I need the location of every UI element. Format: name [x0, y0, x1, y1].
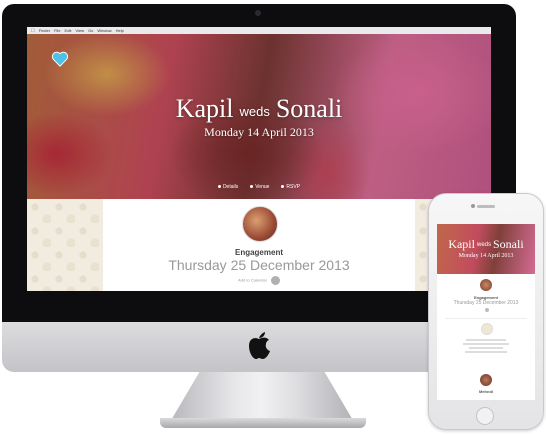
damask-pattern-left: [27, 199, 103, 291]
event-title: Engagement: [234, 248, 283, 257]
menubar-item[interactable]: Edit: [65, 28, 72, 33]
phone-event-title-2: Mehndi: [479, 389, 493, 394]
couple-names: Kapil weds Sonali: [27, 94, 491, 124]
calendar-icon[interactable]: [485, 308, 489, 313]
text-line: [466, 339, 506, 341]
nav-label: RSVP: [286, 184, 301, 190]
event-section: Engagement Thursday 25 December 2013 Add…: [27, 199, 491, 291]
phone-add-to-calendar[interactable]: [437, 308, 535, 313]
weds-connector: weds: [239, 103, 270, 119]
phone-event-photo: [480, 279, 492, 291]
phone-event-date: Thursday 25 December 2013: [453, 300, 519, 306]
menubar-item[interactable]: Window: [97, 28, 111, 33]
nav-venue[interactable]: Venue: [250, 184, 269, 190]
imac-stand-base: [160, 418, 366, 428]
partner-name-2: Sonali: [275, 94, 343, 123]
nav-rsvp[interactable]: RSVP: [281, 184, 300, 190]
mac-menubar:  Finder File Edit View Go Window Help: [27, 27, 491, 34]
nav-details[interactable]: Details: [217, 184, 239, 190]
menubar-item[interactable]: File: [54, 28, 60, 33]
text-line: [465, 351, 507, 353]
menubar-item[interactable]: Finder: [39, 28, 50, 33]
menubar-item[interactable]: Go: [88, 28, 93, 33]
menubar-item[interactable]: View: [75, 28, 84, 33]
bullet-icon: [217, 185, 221, 189]
text-line: [469, 347, 503, 349]
phone-hero: Kapil weds Sonali Monday 14 April 2013: [437, 224, 535, 274]
gift-details-text: [461, 337, 511, 355]
phone-wedding-date: Monday 14 April 2013: [458, 253, 514, 259]
event-date: Thursday 25 December 2013: [168, 257, 350, 273]
partner-name-1: Kapil: [175, 94, 234, 123]
apple-menu-icon[interactable]: : [31, 28, 35, 34]
imac-webcam: [255, 10, 261, 16]
apple-logo-icon: [249, 332, 270, 359]
gift-icon: [481, 323, 493, 335]
add-to-calendar[interactable]: Add to Calendar: [103, 276, 415, 285]
partner-name-1: Kapil: [448, 237, 475, 251]
divider: [445, 318, 527, 319]
heart-logo-icon[interactable]: [51, 50, 69, 68]
nav-label: Venue: [255, 184, 270, 190]
iphone-speaker: [477, 205, 495, 208]
bullet-icon: [250, 185, 254, 189]
iphone-device: Kapil weds Sonali Monday 14 April 2013 Eng…: [428, 193, 544, 430]
iphone-camera: [471, 204, 475, 208]
imac-screen:  Finder File Edit View Go Window Help K…: [27, 27, 491, 291]
calendar-label: Add to Calendar: [238, 277, 267, 283]
event-card: Engagement Thursday 25 December 2013 Add…: [103, 199, 415, 291]
hero-banner: Kapil weds Sonali Monday 14 April 2013 Det…: [27, 34, 491, 199]
bullet-icon: [281, 185, 285, 189]
wedding-date: Monday 14 April 2013: [204, 125, 314, 139]
partner-name-2: Sonali: [493, 237, 524, 251]
phone-couple-names: Kapil weds Sonali: [437, 237, 535, 252]
home-button[interactable]: [476, 407, 494, 425]
imac-stand: [170, 372, 354, 422]
nav-label: Details: [222, 184, 239, 190]
menubar-item[interactable]: Help: [116, 28, 124, 33]
text-line: [463, 343, 509, 345]
hero-nav: Details Venue RSVP: [27, 184, 491, 190]
calendar-icon[interactable]: [270, 276, 280, 285]
phone-event-photo-2: [480, 374, 492, 386]
event-photo: [242, 206, 278, 242]
weds-connector: weds: [476, 242, 491, 249]
iphone-screen: Kapil weds Sonali Monday 14 April 2013 Eng…: [437, 224, 535, 400]
